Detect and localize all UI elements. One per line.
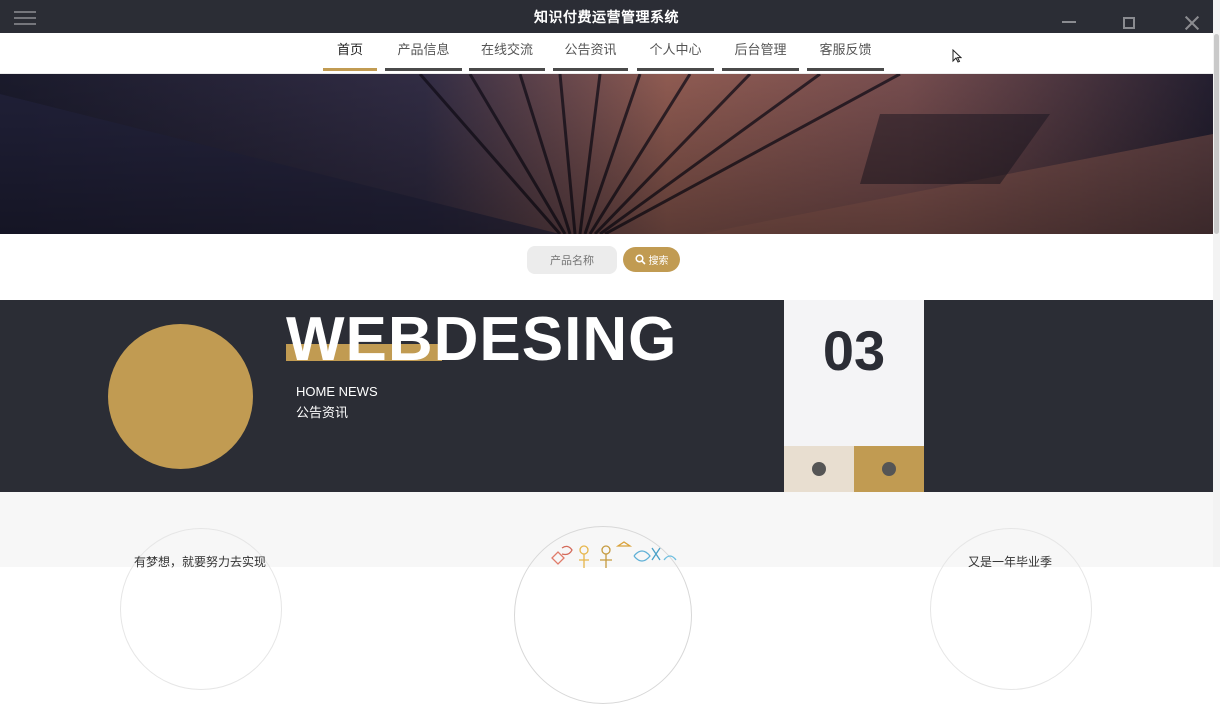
banner-subtitle-cn: 公告资讯 bbox=[296, 406, 349, 421]
slide-prev-button[interactable] bbox=[784, 446, 854, 492]
nav-item-products[interactable]: 产品信息 bbox=[385, 33, 462, 71]
prev-dot-icon bbox=[812, 462, 826, 476]
feature-caption-right: 又是一年毕业季 bbox=[968, 555, 1053, 569]
product-name-search-input[interactable] bbox=[527, 246, 617, 274]
banner-subtitle-en: HOME NEWS bbox=[296, 384, 378, 399]
next-dot-icon bbox=[882, 462, 896, 476]
decorative-gold-circle bbox=[108, 324, 253, 469]
search-button-label: 搜索 bbox=[648, 256, 669, 267]
window-title-bar: 知识付费运营管理系统 bbox=[0, 0, 1213, 33]
search-button[interactable]: 搜索 bbox=[623, 247, 680, 272]
main-nav: 首页 产品信息 在线交流 公告资讯 个人中心 后台管理 客服反馈 bbox=[0, 33, 1213, 74]
scrollbar-thumb[interactable] bbox=[1214, 34, 1219, 234]
mouse-pointer-icon bbox=[952, 49, 962, 63]
app-title: 知识付费运营管理系统 bbox=[534, 10, 679, 26]
hero-banner-image bbox=[0, 74, 1213, 234]
nav-item-chat[interactable]: 在线交流 bbox=[469, 33, 545, 71]
nav-item-news[interactable]: 公告资讯 bbox=[553, 33, 628, 71]
nav-item-home[interactable]: 首页 bbox=[323, 33, 377, 71]
feature-caption-left: 有梦想，就要努力去实现 bbox=[134, 555, 267, 569]
page-scrollbar[interactable] bbox=[1213, 0, 1220, 567]
slide-next-button[interactable] bbox=[854, 446, 924, 492]
close-icon[interactable] bbox=[1184, 14, 1200, 28]
search-icon bbox=[634, 254, 646, 265]
slide-counter: 03 bbox=[822, 319, 886, 382]
banner-headline: WEBDESING bbox=[286, 305, 678, 374]
nav-item-feedback[interactable]: 客服反馈 bbox=[807, 33, 884, 71]
minimize-icon[interactable] bbox=[1062, 10, 1078, 24]
graduation-illustration bbox=[551, 541, 677, 568]
nav-item-admin[interactable]: 后台管理 bbox=[722, 33, 799, 71]
nav-item-profile[interactable]: 个人中心 bbox=[637, 33, 714, 71]
maximize-icon[interactable] bbox=[1123, 17, 1135, 29]
